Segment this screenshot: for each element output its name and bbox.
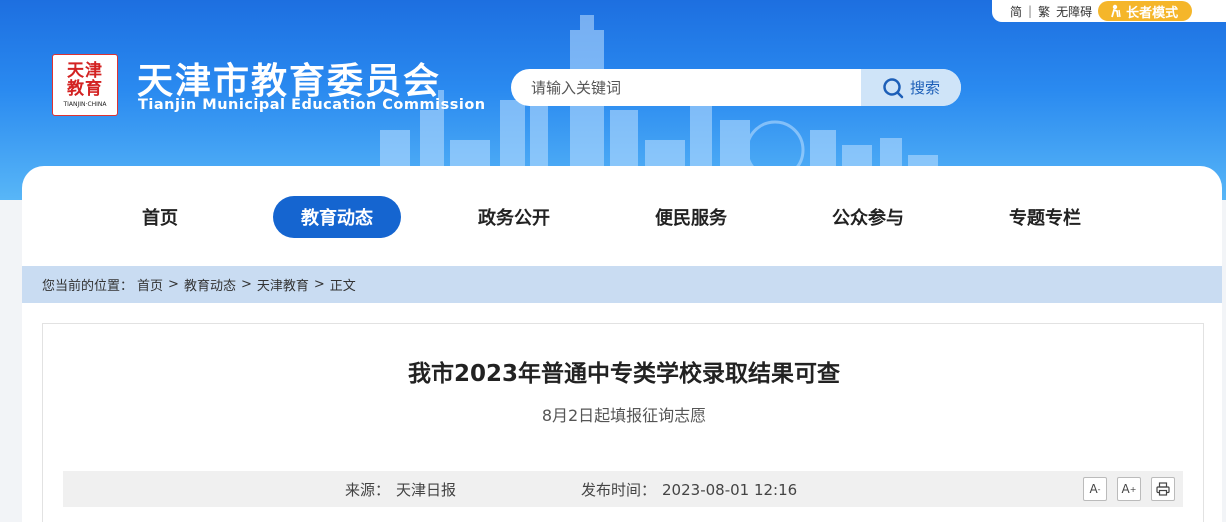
breadcrumb-separator: > xyxy=(168,277,179,292)
elder-mode-button[interactable]: 长者模式 xyxy=(1098,1,1193,21)
breadcrumb-item-education-news[interactable]: 教育动态 xyxy=(184,275,236,294)
breadcrumb-separator: > xyxy=(240,277,252,292)
article-publish-time: 发布时间： 2023-08-01 12:16 xyxy=(581,479,797,500)
article-subtitle: 8月2日起填报征询志愿 xyxy=(541,406,707,425)
traditional-chinese-link[interactable]: 繁 xyxy=(1032,3,1056,20)
logo-seal-text: 天津教育 xyxy=(67,61,103,99)
nav-item-public-participation[interactable]: 公众参与 xyxy=(804,196,932,238)
search-button-label: 搜索 xyxy=(909,79,940,97)
print-icon xyxy=(1156,482,1170,496)
nav-item-special-topics[interactable]: 专题专栏 xyxy=(981,196,1109,238)
main-content-card: 首页 教育动态 政务公开 便民服务 公众参与 专题专栏 您当前的位置： 首页 >… xyxy=(22,166,1222,522)
breadcrumb-item-tianjin-education[interactable]: 天津教育 xyxy=(257,275,309,294)
breadcrumb: 您当前的位置： 首页 > 教育动态 > 天津教育 > 正文 xyxy=(22,266,1222,303)
print-button[interactable] xyxy=(1151,477,1175,501)
accessibility-link[interactable]: 无障碍 xyxy=(1056,3,1092,20)
font-smaller-icon: A xyxy=(1089,482,1098,496)
elder-mode-icon xyxy=(1111,4,1121,18)
breadcrumb-item-body: 正文 xyxy=(329,279,356,294)
nav-item-public-services[interactable]: 便民服务 xyxy=(627,196,755,238)
article-source: 来源： 天津日报 xyxy=(345,479,456,500)
nav-item-home[interactable]: 首页 xyxy=(96,196,224,238)
search-input[interactable] xyxy=(511,69,861,106)
search-box: 搜索 xyxy=(511,69,961,106)
publish-time-value: 2023-08-01 12:16 xyxy=(662,480,798,499)
article-title: 我市2023年普通中专类学校录取结果可查 xyxy=(407,361,840,387)
font-smaller-button[interactable]: A- xyxy=(1083,477,1107,501)
source-label: 来源： xyxy=(345,480,391,499)
font-larger-icon: A xyxy=(1121,482,1130,496)
main-nav: 首页 教育动态 政务公开 便民服务 公众参与 专题专栏 xyxy=(22,196,1222,238)
article-meta-bar: 来源： 天津日报 发布时间： 2023-08-01 12:16 A- A + xyxy=(63,471,1183,507)
simplified-chinese-link[interactable]: 简 xyxy=(1004,3,1028,20)
logo-seal-en: TIANJIN·CHINA xyxy=(63,101,107,108)
utility-bar: 简 | 繁 无障碍 长者模式 xyxy=(992,0,1226,22)
search-icon xyxy=(883,77,904,98)
publish-time-label: 发布时间： xyxy=(581,480,657,499)
font-smaller-mark: - xyxy=(1097,484,1101,494)
breadcrumb-item-home[interactable]: 首页 xyxy=(137,275,163,294)
breadcrumb-separator: > xyxy=(313,277,325,292)
article: 我市2023年普通中专类学校录取结果可查 8月2日起填报征询志愿 来源： 天津日报… xyxy=(42,323,1204,522)
breadcrumb-prefix: 您当前的位置： xyxy=(42,279,134,294)
nav-item-government-affairs[interactable]: 政务公开 xyxy=(450,196,578,238)
font-larger-mark: + xyxy=(1129,484,1137,494)
nav-item-education-news[interactable]: 教育动态 xyxy=(273,196,401,238)
site-subtitle: Tianjin Municipal Education Commission xyxy=(138,97,486,113)
site-logo[interactable]: 天津教育 TIANJIN·CHINA xyxy=(52,54,118,116)
source-value: 天津日报 xyxy=(396,480,457,499)
search-button[interactable]: 搜索 xyxy=(861,69,961,106)
elder-mode-label: 长者模式 xyxy=(1126,5,1179,21)
font-larger-button[interactable]: A + xyxy=(1117,477,1141,501)
